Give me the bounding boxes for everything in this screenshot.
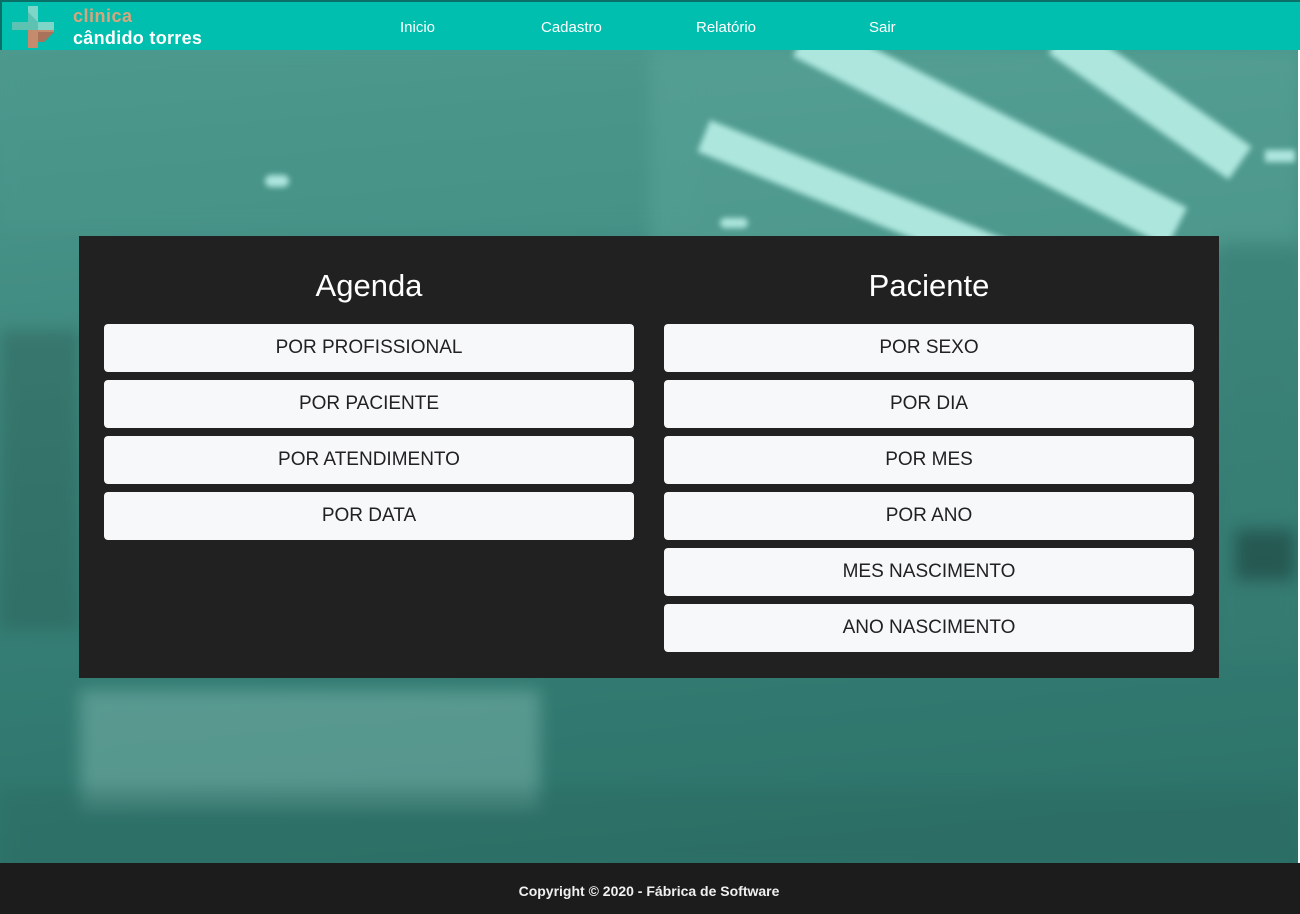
paciente-por-ano-button[interactable]: POR ANO	[664, 492, 1194, 540]
agenda-por-atendimento-button[interactable]: POR ATENDIMENTO	[104, 436, 634, 484]
logo-text-name: cândido torres	[73, 28, 203, 48]
paciente-por-mes-button[interactable]: POR MES	[664, 436, 1194, 484]
top-navbar: clinica cândido torres Inicio Cadastro R…	[0, 0, 1300, 50]
agenda-por-paciente-button[interactable]: POR PACIENTE	[104, 380, 634, 428]
nav-link-sair[interactable]: Sair	[869, 19, 896, 36]
paciente-por-sexo-button[interactable]: POR SEXO	[664, 324, 1194, 372]
nav-link-inicio[interactable]: Inicio	[400, 19, 435, 36]
agenda-por-profissional-button[interactable]: POR PROFISSIONAL	[104, 324, 634, 372]
agenda-por-data-button[interactable]: POR DATA	[104, 492, 634, 540]
nav-link-cadastro[interactable]: Cadastro	[541, 19, 602, 36]
paciente-por-dia-button[interactable]: POR DIA	[664, 380, 1194, 428]
logo-text-clinica: clinica	[73, 6, 133, 26]
paciente-title: Paciente	[868, 268, 990, 303]
page-footer: Copyright © 2020 - Fábrica de Software	[0, 863, 1300, 914]
nav-link-relatorio[interactable]: Relatório	[696, 19, 756, 36]
medical-cross-logo-icon	[12, 6, 54, 48]
paciente-mes-nascimento-button[interactable]: MES NASCIMENTO	[664, 548, 1194, 596]
agenda-title: Agenda	[315, 268, 423, 303]
copyright-text: Copyright © 2020 - Fábrica de Software	[518, 883, 780, 899]
clinic-logo[interactable]: clinica cândido torres	[10, 4, 210, 50]
paciente-ano-nascimento-button[interactable]: ANO NASCIMENTO	[664, 604, 1194, 652]
report-panel: Agenda Paciente POR PROFISSIONAL POR PAC…	[79, 236, 1219, 678]
